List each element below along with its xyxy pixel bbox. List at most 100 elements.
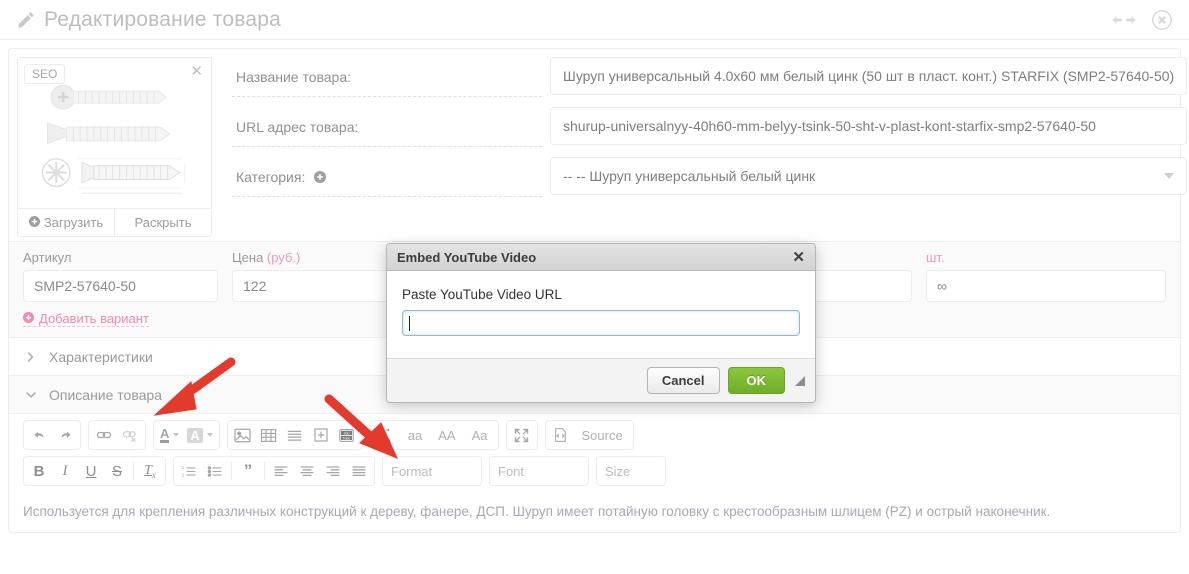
- sku-column: Артикул SMP2-57640-50: [23, 250, 218, 302]
- svg-text:You: You: [344, 431, 350, 435]
- underline-icon[interactable]: U: [78, 458, 104, 484]
- resize-grip-icon[interactable]: [795, 375, 805, 386]
- plus-circle-icon[interactable]: [314, 170, 327, 186]
- remove-format-icon[interactable]: Tx: [137, 458, 163, 484]
- page-header: Редактирование товара: [0, 0, 1189, 40]
- svg-text:a: a: [386, 435, 391, 444]
- ok-button[interactable]: OK: [727, 367, 785, 394]
- bold-label: B: [33, 462, 45, 480]
- upload-image-button[interactable]: Загрузить: [18, 209, 114, 236]
- link-icon[interactable]: [91, 422, 117, 448]
- size-dropdown-label: Size: [605, 463, 631, 479]
- sku-input[interactable]: SMP2-57640-50: [23, 270, 218, 302]
- quantity-column: шт. ∞: [926, 250, 1166, 302]
- toolbar-group-maximize: [505, 420, 538, 450]
- svg-text:1: 1: [182, 465, 185, 470]
- image-icon[interactable]: [230, 422, 256, 448]
- left-right-arrows-icon[interactable]: [1111, 12, 1137, 28]
- form-row-name: Название товара: Шуруп универсальный 4.0…: [232, 57, 1188, 107]
- modal-title-label: Embed YouTube Video: [397, 249, 537, 265]
- align-left-icon[interactable]: [268, 458, 294, 484]
- background-color-letter: A: [187, 427, 203, 443]
- maximize-icon[interactable]: [509, 422, 535, 448]
- lowercase-icon[interactable]: aa: [400, 422, 430, 448]
- toolbar-separator: [264, 462, 265, 480]
- product-top-section: SEO ✕ Загрузить Раскрыть Название товара…: [9, 49, 1188, 241]
- size-dropdown[interactable]: Size: [596, 456, 666, 486]
- undo-icon[interactable]: [26, 422, 52, 448]
- unlink-icon[interactable]: [117, 422, 143, 448]
- format-dropdown-label: Format: [391, 463, 433, 479]
- background-color-icon[interactable]: A: [183, 422, 216, 448]
- toolbar-group-source: Source: [544, 420, 634, 450]
- text-cursor: [409, 315, 410, 331]
- product-url-input[interactable]: shurup-universalnyy-40h60-mm-belyy-tsink…: [550, 107, 1188, 145]
- price-input[interactable]: 122: [232, 270, 402, 302]
- product-image-panel[interactable]: SEO ✕ Загрузить Раскрыть: [17, 57, 212, 237]
- accordion-description-label: Описание товара: [49, 386, 162, 403]
- source-label[interactable]: Source: [574, 422, 631, 448]
- numbered-list-icon[interactable]: 1 2: [176, 458, 202, 484]
- header-actions: [1111, 9, 1173, 31]
- quantity-input[interactable]: ∞: [926, 270, 1166, 302]
- product-category-value: -- -- Шуруп универсальный белый цинк: [563, 168, 816, 184]
- editor-toolbar-row-2: B I U S Tx 1 2 ” Format Font Size: [9, 450, 1180, 486]
- toolbar-group-case: Aa aa AA Aa: [369, 420, 499, 450]
- justify-icon[interactable]: [346, 458, 372, 484]
- italic-icon[interactable]: I: [52, 458, 78, 484]
- horizontal-rule-icon[interactable]: [282, 422, 308, 448]
- format-dropdown[interactable]: Format: [382, 456, 482, 486]
- align-right-icon[interactable]: [320, 458, 346, 484]
- youtube-icon[interactable]: You Tube: [334, 422, 360, 448]
- price-unit: (руб.): [266, 250, 301, 265]
- modal-titlebar[interactable]: Embed YouTube Video ✕: [387, 244, 815, 271]
- youtube-url-label: Paste YouTube Video URL: [402, 287, 562, 302]
- accordion-characteristics-label: Характеристики: [49, 348, 153, 365]
- youtube-url-input[interactable]: [402, 310, 800, 336]
- strikethrough-label: S: [111, 462, 122, 480]
- upload-image-label: Загрузить: [43, 215, 104, 230]
- product-category-select[interactable]: -- -- Шуруп универсальный белый цинк: [550, 157, 1188, 195]
- bold-icon[interactable]: B: [26, 458, 52, 484]
- bulleted-list-icon[interactable]: [202, 458, 228, 484]
- editor-content[interactable]: Используется для крепления различных кон…: [9, 486, 1180, 532]
- product-category-label-text: Категория:: [236, 169, 306, 185]
- modal-body: Paste YouTube Video URL: [387, 271, 815, 358]
- plus-circle-icon: [28, 215, 40, 230]
- chevron-down-icon[interactable]: [173, 433, 180, 437]
- strikethrough-icon[interactable]: S: [104, 458, 130, 484]
- close-icon[interactable]: ✕: [792, 250, 805, 265]
- close-circle-icon[interactable]: [1151, 9, 1173, 31]
- product-form: Название товара: Шуруп универсальный 4.0…: [212, 57, 1188, 237]
- page-break-icon[interactable]: [308, 422, 334, 448]
- svg-text:A: A: [378, 427, 384, 436]
- cancel-button[interactable]: Cancel: [646, 367, 720, 394]
- product-image-preview: [24, 80, 205, 200]
- uppercase-icon[interactable]: AA: [430, 422, 463, 448]
- source-icon[interactable]: [548, 422, 574, 448]
- align-center-icon[interactable]: [294, 458, 320, 484]
- add-variant-button[interactable]: Добавить вариант: [23, 311, 149, 327]
- page-title: Редактирование товара: [44, 7, 282, 31]
- price-column: Цена (руб.) 122: [232, 250, 402, 302]
- table-icon[interactable]: [256, 422, 282, 448]
- close-icon[interactable]: ✕: [190, 64, 203, 79]
- blockquote-label: ”: [243, 461, 253, 480]
- font-dropdown[interactable]: Font: [489, 456, 589, 486]
- redo-icon[interactable]: [52, 422, 78, 448]
- product-image-actions: Загрузить Раскрыть: [18, 208, 211, 236]
- product-name-input[interactable]: Шуруп универсальный 4.0x60 мм белый цинк…: [550, 57, 1188, 95]
- price-label: Цена (руб.): [232, 250, 402, 266]
- toolbar-group-insert: You Tube: [226, 420, 363, 450]
- chevron-down-icon: [1164, 173, 1175, 179]
- change-case-icon[interactable]: Aa: [373, 422, 400, 448]
- text-color-icon[interactable]: A: [156, 422, 183, 448]
- blockquote-icon[interactable]: ”: [235, 458, 261, 484]
- price-label-text: Цена: [232, 250, 264, 265]
- seo-badge[interactable]: SEO: [24, 64, 66, 84]
- toolbar-group-colors: A A: [153, 420, 220, 450]
- chevron-down-icon[interactable]: [206, 433, 213, 437]
- form-row-category: Категория: -- -- Шуруп универсальный бел…: [232, 157, 1188, 207]
- capitalize-icon[interactable]: Aa: [464, 422, 496, 448]
- expand-image-button[interactable]: Раскрыть: [114, 209, 211, 236]
